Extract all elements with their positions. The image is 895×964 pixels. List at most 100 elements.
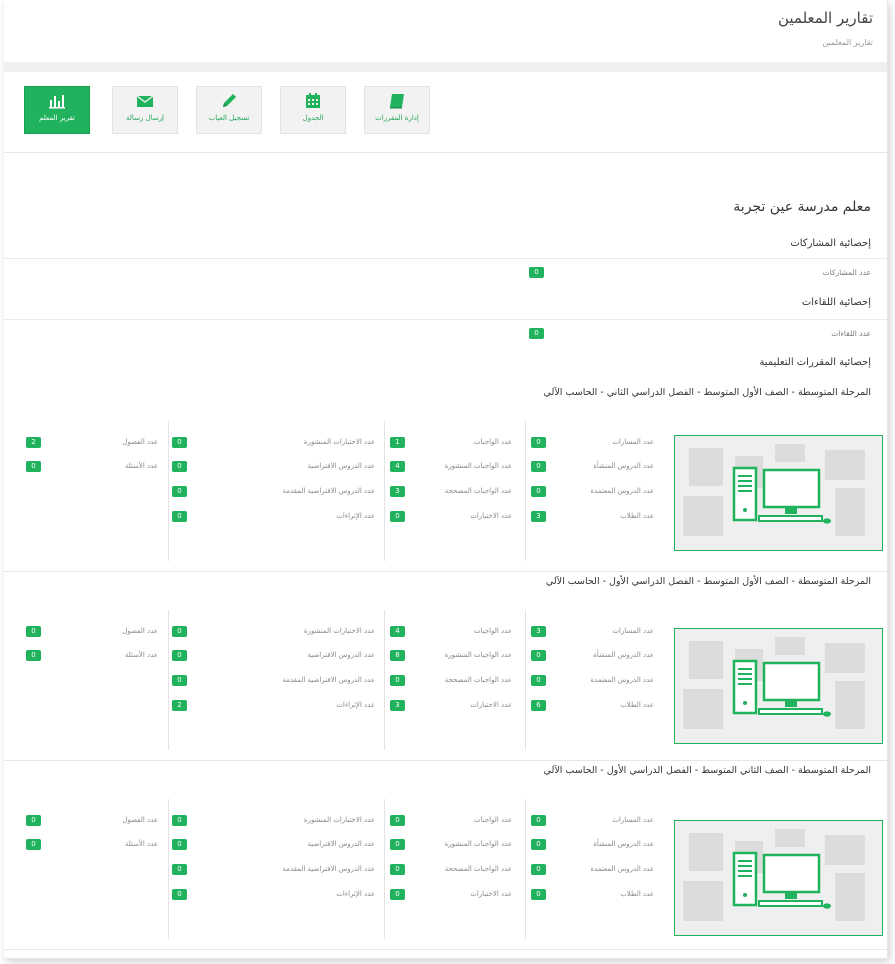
course-stats-box: عدد المسارات 3 عدد الدروس المنشأة 0 عدد الدر…: [4, 596, 887, 761]
stat-count-badge: 0: [172, 437, 187, 448]
course-stats-box: عدد المسارات 0 عدد الدروس المنشأة 0 عدد الدر…: [4, 785, 887, 950]
column-divider: [168, 610, 169, 750]
stat-count-badge: 0: [531, 650, 546, 661]
manage-courses-label: إدارة المقررات: [375, 114, 419, 122]
stat-label: عدد الدروس المعتمدة: [590, 487, 654, 495]
stat-count-badge: 1: [390, 437, 405, 448]
stat-count-badge: 0: [26, 650, 41, 661]
teacher-name: معلم مدرسة عين تجربة: [733, 199, 871, 215]
schedule-button[interactable]: الجدول: [280, 86, 346, 134]
stat-count-badge: 3: [531, 626, 546, 637]
stat-label: عدد الإثراءات: [336, 512, 375, 520]
teacher-report-label: تقرير المعلم: [39, 114, 75, 122]
pencil-icon: [223, 94, 236, 107]
stat-count-badge: 0: [390, 675, 405, 686]
stat-label: عدد الدروس الافتراضية: [307, 462, 376, 470]
stat-count-badge: 0: [172, 839, 187, 850]
stat-count-badge: 0: [26, 626, 41, 637]
stat-count-badge: 4: [390, 461, 405, 472]
stat-count-badge: 0: [531, 486, 546, 497]
stat-count-badge: 0: [390, 815, 405, 826]
column-divider: [384, 799, 385, 939]
stat-count-badge: 0: [172, 626, 187, 637]
stat-label: عدد الدروس المنشأة: [593, 651, 654, 659]
stat-label: عدد الدروس المعتمدة: [590, 676, 654, 684]
stat-count-badge: 0: [531, 461, 546, 472]
meetings-label: عدد اللقاءات: [831, 329, 871, 338]
stat-label: عدد الدروس المنشأة: [593, 840, 654, 848]
stat-label: عدد الواجبات المنشورة: [444, 651, 512, 659]
stat-label: عدد الأسئلة: [124, 651, 158, 659]
stat-count-badge: 0: [390, 839, 405, 850]
course-title: المرحلة المتوسطة - الصف الأول المتوسط - …: [545, 576, 871, 587]
course-stats-box: عدد المسارات 0 عدد الدروس المنشأة 0 عدد الدر…: [4, 407, 887, 572]
column-divider: [384, 421, 385, 561]
participations-label: عدد المشاركات: [822, 268, 871, 277]
column-divider: [525, 799, 526, 939]
stat-label: عدد الطلاب: [620, 512, 654, 520]
stat-label: عدد الدروس الافتراضية: [307, 651, 376, 659]
stat-label: عدد الاختبارات المنشورة: [303, 438, 375, 446]
stat-count-badge: 8: [390, 650, 405, 661]
teacher-report-button[interactable]: تقرير المعلم: [24, 86, 90, 134]
stat-count-badge: 0: [390, 864, 405, 875]
stat-label: عدد الفصول: [122, 627, 158, 635]
stat-label: عدد الطلاب: [620, 701, 654, 709]
stat-label: عدد الواجبات: [474, 816, 512, 824]
report-panel: تقارير المعلمين تقارير المعلمين إدارة ال…: [4, 0, 888, 959]
stat-count-badge: 0: [172, 889, 187, 900]
bar-chart-icon: [49, 95, 65, 109]
stat-label: عدد الواجبات المصححة: [444, 865, 512, 873]
manage-courses-button[interactable]: إدارة المقررات: [364, 86, 430, 134]
computer-icon: [683, 637, 865, 729]
column-divider: [168, 421, 169, 561]
send-message-button[interactable]: إرسال رسالة: [112, 86, 178, 134]
stat-label: عدد الطلاب: [620, 890, 654, 898]
book-icon: [390, 94, 404, 109]
meetings-title: إحصائية اللقاءات: [801, 297, 871, 308]
attendance-button[interactable]: تسجيل الغياب: [196, 86, 262, 134]
courses-stats-title: إحصائية المقررات التعليمية: [759, 357, 871, 368]
column-divider: [384, 610, 385, 750]
course-title: المرحلة المتوسطة - الصف الأول المتوسط - …: [543, 387, 871, 398]
stat-count-badge: 0: [531, 675, 546, 686]
stat-count-badge: 0: [390, 511, 405, 522]
stat-label: عدد الإثراءات: [336, 890, 375, 898]
stat-count-badge: 0: [26, 461, 41, 472]
course-image: [674, 820, 883, 936]
envelope-icon: [136, 95, 154, 107]
meetings-row: عدد اللقاءات 0: [4, 319, 887, 346]
stat-label: عدد الدروس الافتراضية: [307, 840, 376, 848]
computer-icon: [683, 829, 865, 921]
stat-count-badge: 0: [531, 839, 546, 850]
stat-label: عدد المسارات: [612, 627, 654, 635]
stat-count-badge: 0: [531, 889, 546, 900]
stat-count-badge: 0: [390, 889, 405, 900]
page-title: تقارير المعلمين: [777, 9, 873, 27]
stat-label: عدد الاختبارات: [470, 890, 512, 898]
stat-count-badge: 0: [172, 815, 187, 826]
stat-label: عدد الدروس المنشأة: [593, 462, 654, 470]
calendar-icon: [306, 93, 320, 108]
stat-label: عدد الدروس الافتراضية المقدمة: [282, 487, 375, 495]
stat-label: عدد الواجبات: [474, 438, 512, 446]
column-divider: [168, 799, 169, 939]
participations-row: عدد المشاركات 0: [4, 258, 887, 285]
breadcrumb[interactable]: تقارير المعلمين: [822, 38, 873, 47]
stat-label: عدد الاختبارات المنشورة: [303, 627, 375, 635]
stat-label: عدد الواجبات المنشورة: [444, 462, 512, 470]
stat-label: عدد الدروس المعتمدة: [590, 865, 654, 873]
stat-count-badge: 0: [172, 650, 187, 661]
column-divider: [525, 421, 526, 561]
schedule-label: الجدول: [302, 114, 324, 122]
stat-label: عدد الواجبات المصححة: [444, 487, 512, 495]
stat-count-badge: 0: [172, 864, 187, 875]
stat-count-badge: 6: [531, 700, 546, 711]
stat-count-badge: 2: [172, 700, 187, 711]
stat-label: عدد الواجبات المصححة: [444, 676, 512, 684]
stat-label: عدد الفصول: [122, 438, 158, 446]
stat-label: عدد المسارات: [612, 438, 654, 446]
header-divider: [4, 63, 887, 72]
stat-count-badge: 3: [390, 486, 405, 497]
stat-count-badge: 0: [172, 675, 187, 686]
